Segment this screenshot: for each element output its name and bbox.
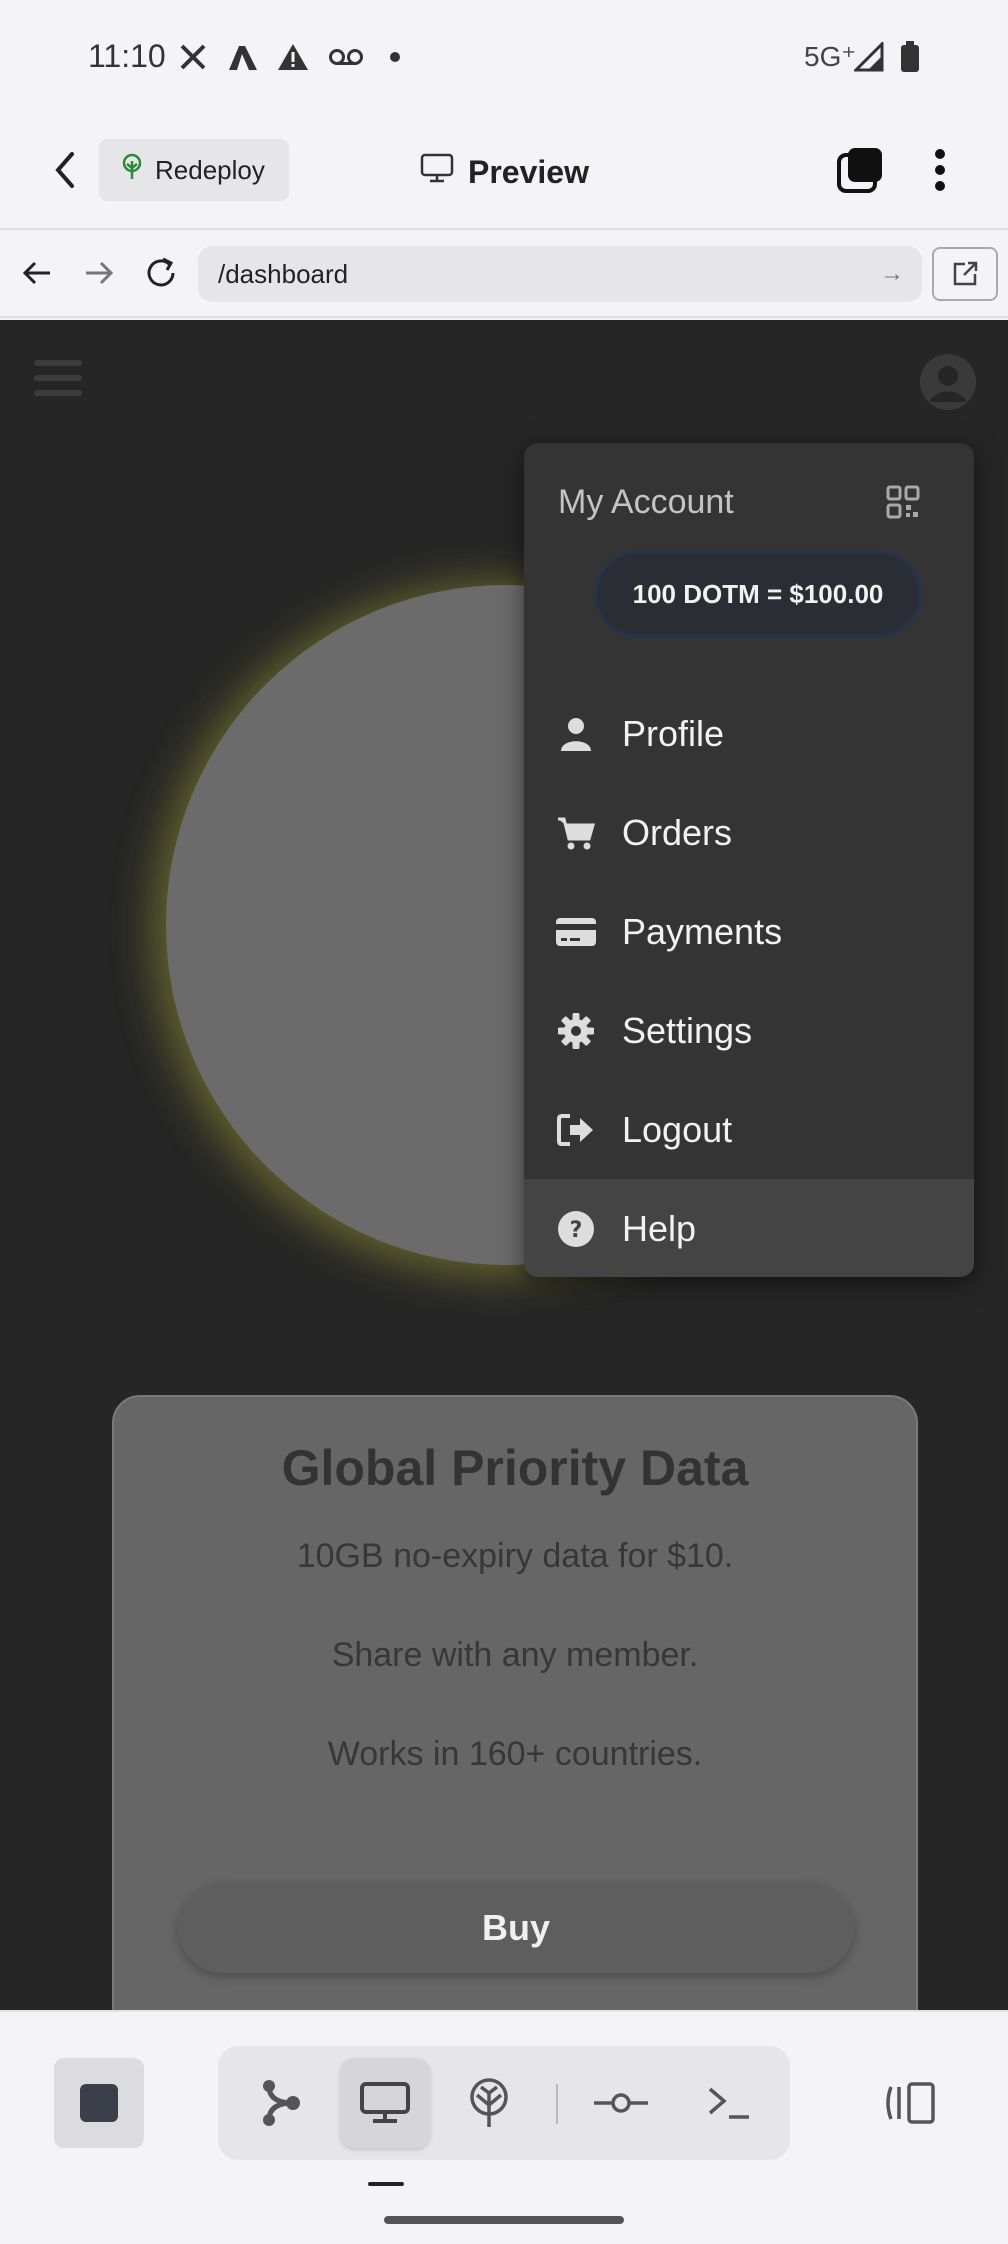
balance-button[interactable]: 100 DOTM = $100.00 [594, 551, 922, 637]
panel-icon [886, 2082, 935, 2124]
chevron-left-icon [55, 152, 74, 188]
menu-item-label: Settings [622, 1009, 753, 1051]
menu-item-logout[interactable]: Logout [524, 1080, 974, 1179]
redeploy-button[interactable]: Redeploy [99, 139, 289, 201]
tabs-button[interactable] [836, 145, 886, 195]
voicemail-icon [326, 40, 366, 74]
dot-icon [378, 40, 412, 74]
commit-icon [594, 2093, 648, 2113]
status-bar: 11:10 5G⁺ [0, 0, 1008, 115]
user-icon [930, 366, 966, 402]
product-card: Global Priority Data 10GB no-expiry data… [112, 1395, 918, 2010]
network-type: 5G⁺ [804, 41, 857, 72]
more-options-button[interactable] [920, 145, 960, 195]
preview-title: Preview [420, 147, 589, 197]
tabs-icon [837, 148, 882, 193]
go-arrow-icon[interactable]: → [880, 260, 904, 288]
product-title: Global Priority Data [281, 1440, 749, 1496]
menu-item-payments[interactable]: Payments [524, 882, 974, 981]
back-button[interactable] [40, 145, 90, 195]
user-avatar-button[interactable] [920, 354, 976, 410]
divider [556, 2084, 558, 2124]
stop-button[interactable] [54, 2058, 144, 2148]
battery-icon [893, 40, 927, 74]
browser-forward-button[interactable] [76, 250, 122, 296]
menu-item-label: Payments [622, 910, 783, 952]
mode-switcher [218, 2046, 790, 2160]
menu-item-label: Logout [622, 1108, 733, 1150]
monitor-icon [360, 2082, 410, 2123]
user-icon [556, 714, 596, 754]
globe-tree-icon [470, 2078, 508, 2127]
open-external-button[interactable] [932, 247, 998, 301]
menu-item-orders[interactable]: Orders [524, 783, 974, 882]
menu-item-label: Orders [622, 811, 733, 853]
stop-icon [80, 2084, 118, 2122]
cart-icon [556, 813, 596, 853]
browser-back-button[interactable] [14, 250, 60, 296]
account-dropdown-menu: My Account 100 DOTM = $100.00 Profile Or… [524, 443, 974, 1277]
status-time: 11:10 [88, 38, 166, 74]
qr-code-icon[interactable] [886, 485, 920, 519]
more-vertical-icon [935, 149, 945, 191]
preview-mode-button[interactable] [340, 2058, 430, 2148]
product-line: 10GB no-expiry data for $10. [296, 1537, 734, 1575]
deploy-mode-button[interactable] [444, 2058, 534, 2148]
account-menu-title: My Account [558, 483, 734, 521]
preview-label: Preview [468, 153, 589, 190]
hamburger-menu-icon[interactable] [34, 354, 82, 402]
signal-icon [852, 40, 886, 74]
url-text: /dashboard [218, 258, 349, 289]
svg-text:?: ? [570, 1218, 583, 1243]
menu-item-label: Help [622, 1207, 697, 1249]
reload-button[interactable] [138, 250, 184, 296]
arrow-left-icon [22, 261, 50, 285]
warning-icon [276, 40, 310, 74]
layout-toggle-button[interactable] [876, 2058, 942, 2148]
menu-item-help[interactable]: ? Help [524, 1179, 974, 1277]
product-line: Works in 160+ countries. [327, 1735, 703, 1773]
terminal-mode-button[interactable] [684, 2058, 774, 2148]
logout-icon [556, 1110, 596, 1150]
terminal-icon [708, 2087, 749, 2119]
menu-item-profile[interactable]: Profile [524, 684, 974, 783]
menu-item-label: Profile [622, 712, 725, 754]
gesture-bar[interactable] [384, 2216, 624, 2224]
app-icon [226, 40, 260, 74]
arrow-right-icon [86, 261, 114, 285]
tree-icon [119, 153, 145, 188]
app-bar: Redeploy Preview [0, 115, 1008, 230]
commit-mode-button[interactable] [576, 2058, 666, 2148]
x-icon [176, 40, 210, 74]
external-link-icon [953, 261, 978, 286]
monitor-icon [420, 153, 454, 191]
agent-mode-button[interactable] [236, 2058, 326, 2148]
gear-icon [556, 1011, 596, 1051]
menu-item-settings[interactable]: Settings [524, 981, 974, 1080]
branch-icon [263, 2080, 300, 2126]
credit-card-icon [556, 912, 596, 952]
browser-url-bar: /dashboard → [0, 230, 1008, 318]
reload-icon [147, 257, 175, 287]
url-input[interactable]: /dashboard → [198, 246, 922, 302]
active-indicator [368, 2182, 404, 2186]
bottom-toolbar [0, 2010, 1008, 2244]
product-line: Share with any member. [331, 1636, 699, 1674]
buy-button[interactable]: Buy [178, 1883, 854, 1973]
redeploy-label: Redeploy [155, 154, 265, 185]
help-icon: ? [556, 1209, 596, 1249]
